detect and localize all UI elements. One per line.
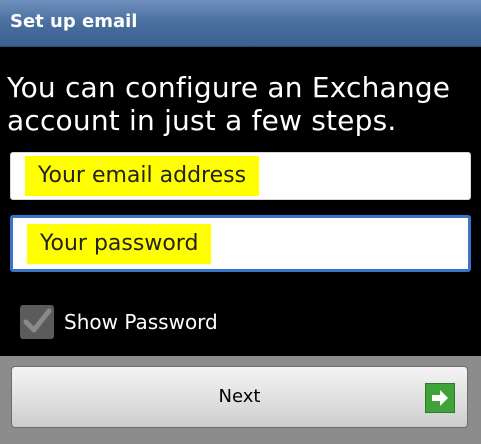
setup-email-screen: Set up email You can configure an Exchan…: [0, 0, 481, 444]
intro-text: You can configure an Exchange account in…: [7, 71, 451, 137]
password-field[interactable]: Your password: [10, 215, 471, 272]
show-password-label: Show Password: [64, 310, 218, 334]
email-placeholder: Your email address: [25, 156, 260, 196]
show-password-checkbox[interactable]: [20, 305, 54, 339]
screen-title: Set up email: [10, 11, 138, 32]
next-button-label: Next: [218, 386, 261, 407]
checkmark-icon: [23, 308, 52, 333]
email-field[interactable]: Your email address: [10, 152, 471, 200]
show-password-toggle[interactable]: Show Password: [20, 303, 218, 341]
arrow-right-icon: [425, 383, 455, 413]
password-placeholder: Your password: [27, 224, 212, 264]
next-button[interactable]: Next: [11, 366, 468, 428]
title-bar: Set up email: [0, 0, 481, 47]
